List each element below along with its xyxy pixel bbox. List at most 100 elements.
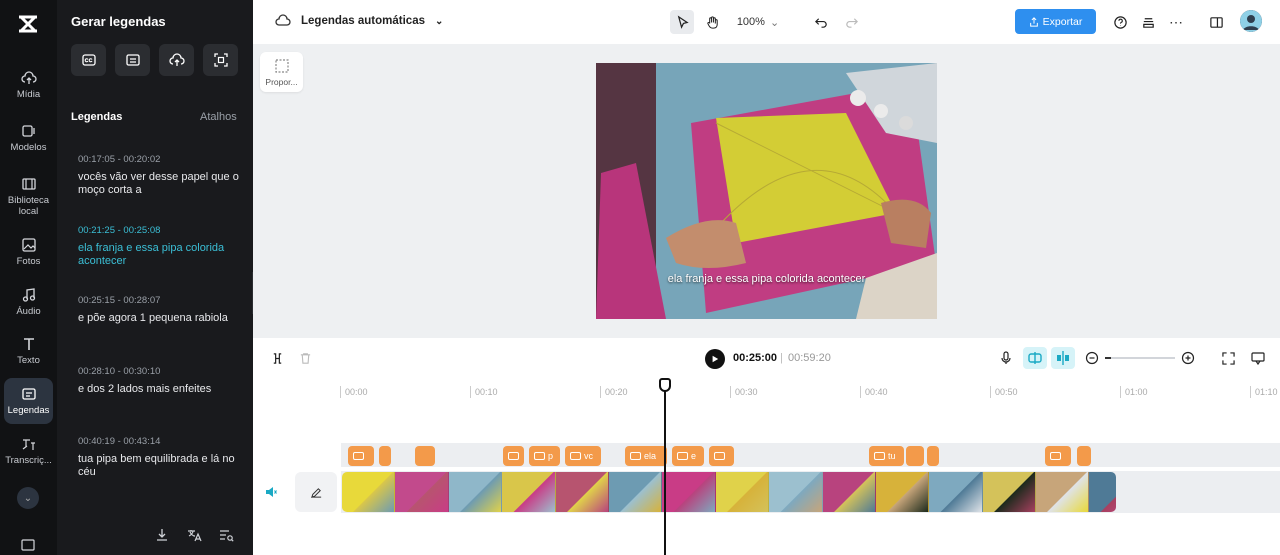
- fit-screen-icon[interactable]: [1222, 352, 1235, 365]
- tab-shortcuts[interactable]: Atalhos: [200, 111, 237, 123]
- caption-chip-icon: [677, 452, 688, 460]
- captions-icon: [21, 539, 35, 551]
- caption-chip[interactable]: p: [529, 446, 560, 466]
- zoom-out-icon[interactable]: [1085, 351, 1099, 365]
- panel-title: Gerar legendas: [71, 14, 166, 29]
- redo-button[interactable]: [839, 10, 863, 34]
- caption-chip[interactable]: [906, 446, 924, 466]
- rail-local-library[interactable]: Biblioteca local: [4, 170, 53, 222]
- caption-item[interactable]: 00:28:10 - 00:30:10 e dos 2 lados mais en…: [78, 365, 243, 396]
- translate-icon[interactable]: [186, 527, 204, 545]
- music-icon: [22, 288, 35, 302]
- video-thumbnail: [822, 472, 876, 512]
- caption-chip[interactable]: [348, 446, 374, 466]
- caption-text: ela franja e essa pipa colorida acontece…: [78, 242, 225, 267]
- volume-icon[interactable]: [264, 485, 278, 499]
- undo-button[interactable]: [809, 10, 833, 34]
- video-thumbnail: [555, 472, 609, 512]
- cc-icon: [81, 54, 96, 66]
- caption-chip[interactable]: [503, 446, 524, 466]
- video-thumbnail: [395, 472, 449, 512]
- caption-chip[interactable]: ela: [625, 446, 667, 466]
- caption-chip[interactable]: [709, 446, 734, 466]
- timeline-toolbar: 00:25:00 | 00:59:20: [253, 338, 1280, 378]
- rail-templates[interactable]: Modelos: [4, 115, 53, 161]
- rail-photos[interactable]: Fotos: [4, 229, 53, 275]
- export-button[interactable]: Exportar: [1015, 9, 1096, 34]
- ruler-tick-label: 00:50: [990, 386, 1018, 398]
- manual-captions-button[interactable]: [115, 44, 150, 76]
- ruler-tick-label: 00:30: [730, 386, 758, 398]
- caption-chip[interactable]: [927, 446, 939, 466]
- caption-chip[interactable]: [1045, 446, 1071, 466]
- upload-captions-button[interactable]: [159, 44, 194, 76]
- edit-cover-button[interactable]: [295, 472, 337, 512]
- rail-more-button[interactable]: ⌄: [17, 487, 39, 509]
- video-preview[interactable]: ela franja e essa pipa colorida acontece…: [596, 63, 937, 319]
- delete-icon[interactable]: [299, 352, 312, 365]
- caption-item[interactable]: 00:17:05 - 00:20:02 vocês vão ver desse p…: [78, 153, 243, 197]
- preview-stage: Propor... ela franja e essa pipa colorid…: [253, 44, 1280, 338]
- rail-media[interactable]: Mídia: [4, 62, 53, 108]
- avatar[interactable]: [1240, 10, 1262, 32]
- feedback-icon[interactable]: [1251, 351, 1265, 365]
- caption-chip[interactable]: [1077, 446, 1091, 466]
- caption-item[interactable]: 00:25:15 - 00:28:07 e põe agora 1 pequena…: [78, 294, 243, 325]
- select-tool-button[interactable]: [670, 10, 694, 34]
- split-icon[interactable]: [271, 352, 284, 365]
- layers-button[interactable]: [1138, 10, 1158, 34]
- play-button[interactable]: [705, 349, 725, 369]
- rail-text[interactable]: Texto: [4, 328, 53, 374]
- auto-captions-button[interactable]: [71, 44, 106, 76]
- video-thumbnail: [929, 472, 983, 512]
- caption-item-active[interactable]: 00:21:25 - 00:25:08 ela franja e essa pip…: [78, 224, 243, 268]
- capcut-logo: [19, 15, 37, 33]
- project-title-dropdown[interactable]: Legendas automáticas ⌄: [275, 13, 443, 29]
- zoom-slider[interactable]: [1105, 357, 1175, 359]
- video-thumbnail: [1036, 472, 1090, 512]
- caption-chip[interactable]: [415, 446, 435, 466]
- rail-audio[interactable]: Áudio: [4, 279, 53, 325]
- rail-captions[interactable]: Legendas: [4, 378, 53, 424]
- share-icon: [1029, 16, 1038, 27]
- hand-tool-button[interactable]: [700, 10, 724, 34]
- scan-captions-button[interactable]: [203, 44, 238, 76]
- microphone-icon[interactable]: [999, 351, 1013, 365]
- caption-item[interactable]: 00:40:19 - 00:43:14 tua pipa bem equilibr…: [78, 435, 243, 479]
- caption-chip-label: p: [548, 451, 554, 461]
- rail-transcript[interactable]: Transcriç...: [4, 428, 53, 474]
- playhead-handle[interactable]: [659, 378, 671, 392]
- rail-captions-label: Legendas: [7, 405, 50, 416]
- zoom-dropdown[interactable]: 100% ⌄: [733, 10, 783, 34]
- help-button[interactable]: [1110, 10, 1130, 34]
- video-thumbnail: [342, 472, 396, 512]
- snap-toggle[interactable]: [1051, 347, 1075, 369]
- more-options-icon[interactable]: ⋯: [1166, 10, 1186, 34]
- download-icon[interactable]: [154, 527, 172, 545]
- text-icon: [23, 338, 34, 350]
- aspect-ratio-button[interactable]: Propor...: [260, 52, 303, 92]
- cloud-upload-icon: [168, 53, 185, 66]
- caption-text: e põe agora 1 pequena rabiola: [78, 312, 228, 324]
- magnet-toggle[interactable]: [1023, 347, 1047, 369]
- caption-chip[interactable]: tu: [869, 446, 904, 466]
- tab-captions[interactable]: Legendas: [71, 111, 122, 123]
- template-icon: [21, 125, 35, 137]
- film-icon: [21, 177, 36, 190]
- play-icon: [712, 355, 719, 363]
- zoom-in-icon[interactable]: [1181, 351, 1195, 365]
- panel-toggle-button[interactable]: [1206, 10, 1226, 34]
- rail-audio-label: Áudio: [16, 306, 41, 317]
- caption-chip-icon: [1050, 452, 1061, 460]
- search-replace-icon[interactable]: [218, 527, 236, 545]
- total-time: 00:59:20: [788, 352, 831, 364]
- caption-chip-icon: [570, 452, 581, 460]
- pencil-icon: [310, 487, 321, 498]
- video-thumbnail: [715, 472, 770, 512]
- caption-chip[interactable]: vc: [565, 446, 601, 466]
- caption-chip[interactable]: e: [672, 446, 704, 466]
- captions-icon: [21, 388, 36, 400]
- playhead[interactable]: [664, 380, 666, 555]
- caption-chip[interactable]: [379, 446, 391, 466]
- video-clip[interactable]: [342, 472, 1116, 512]
